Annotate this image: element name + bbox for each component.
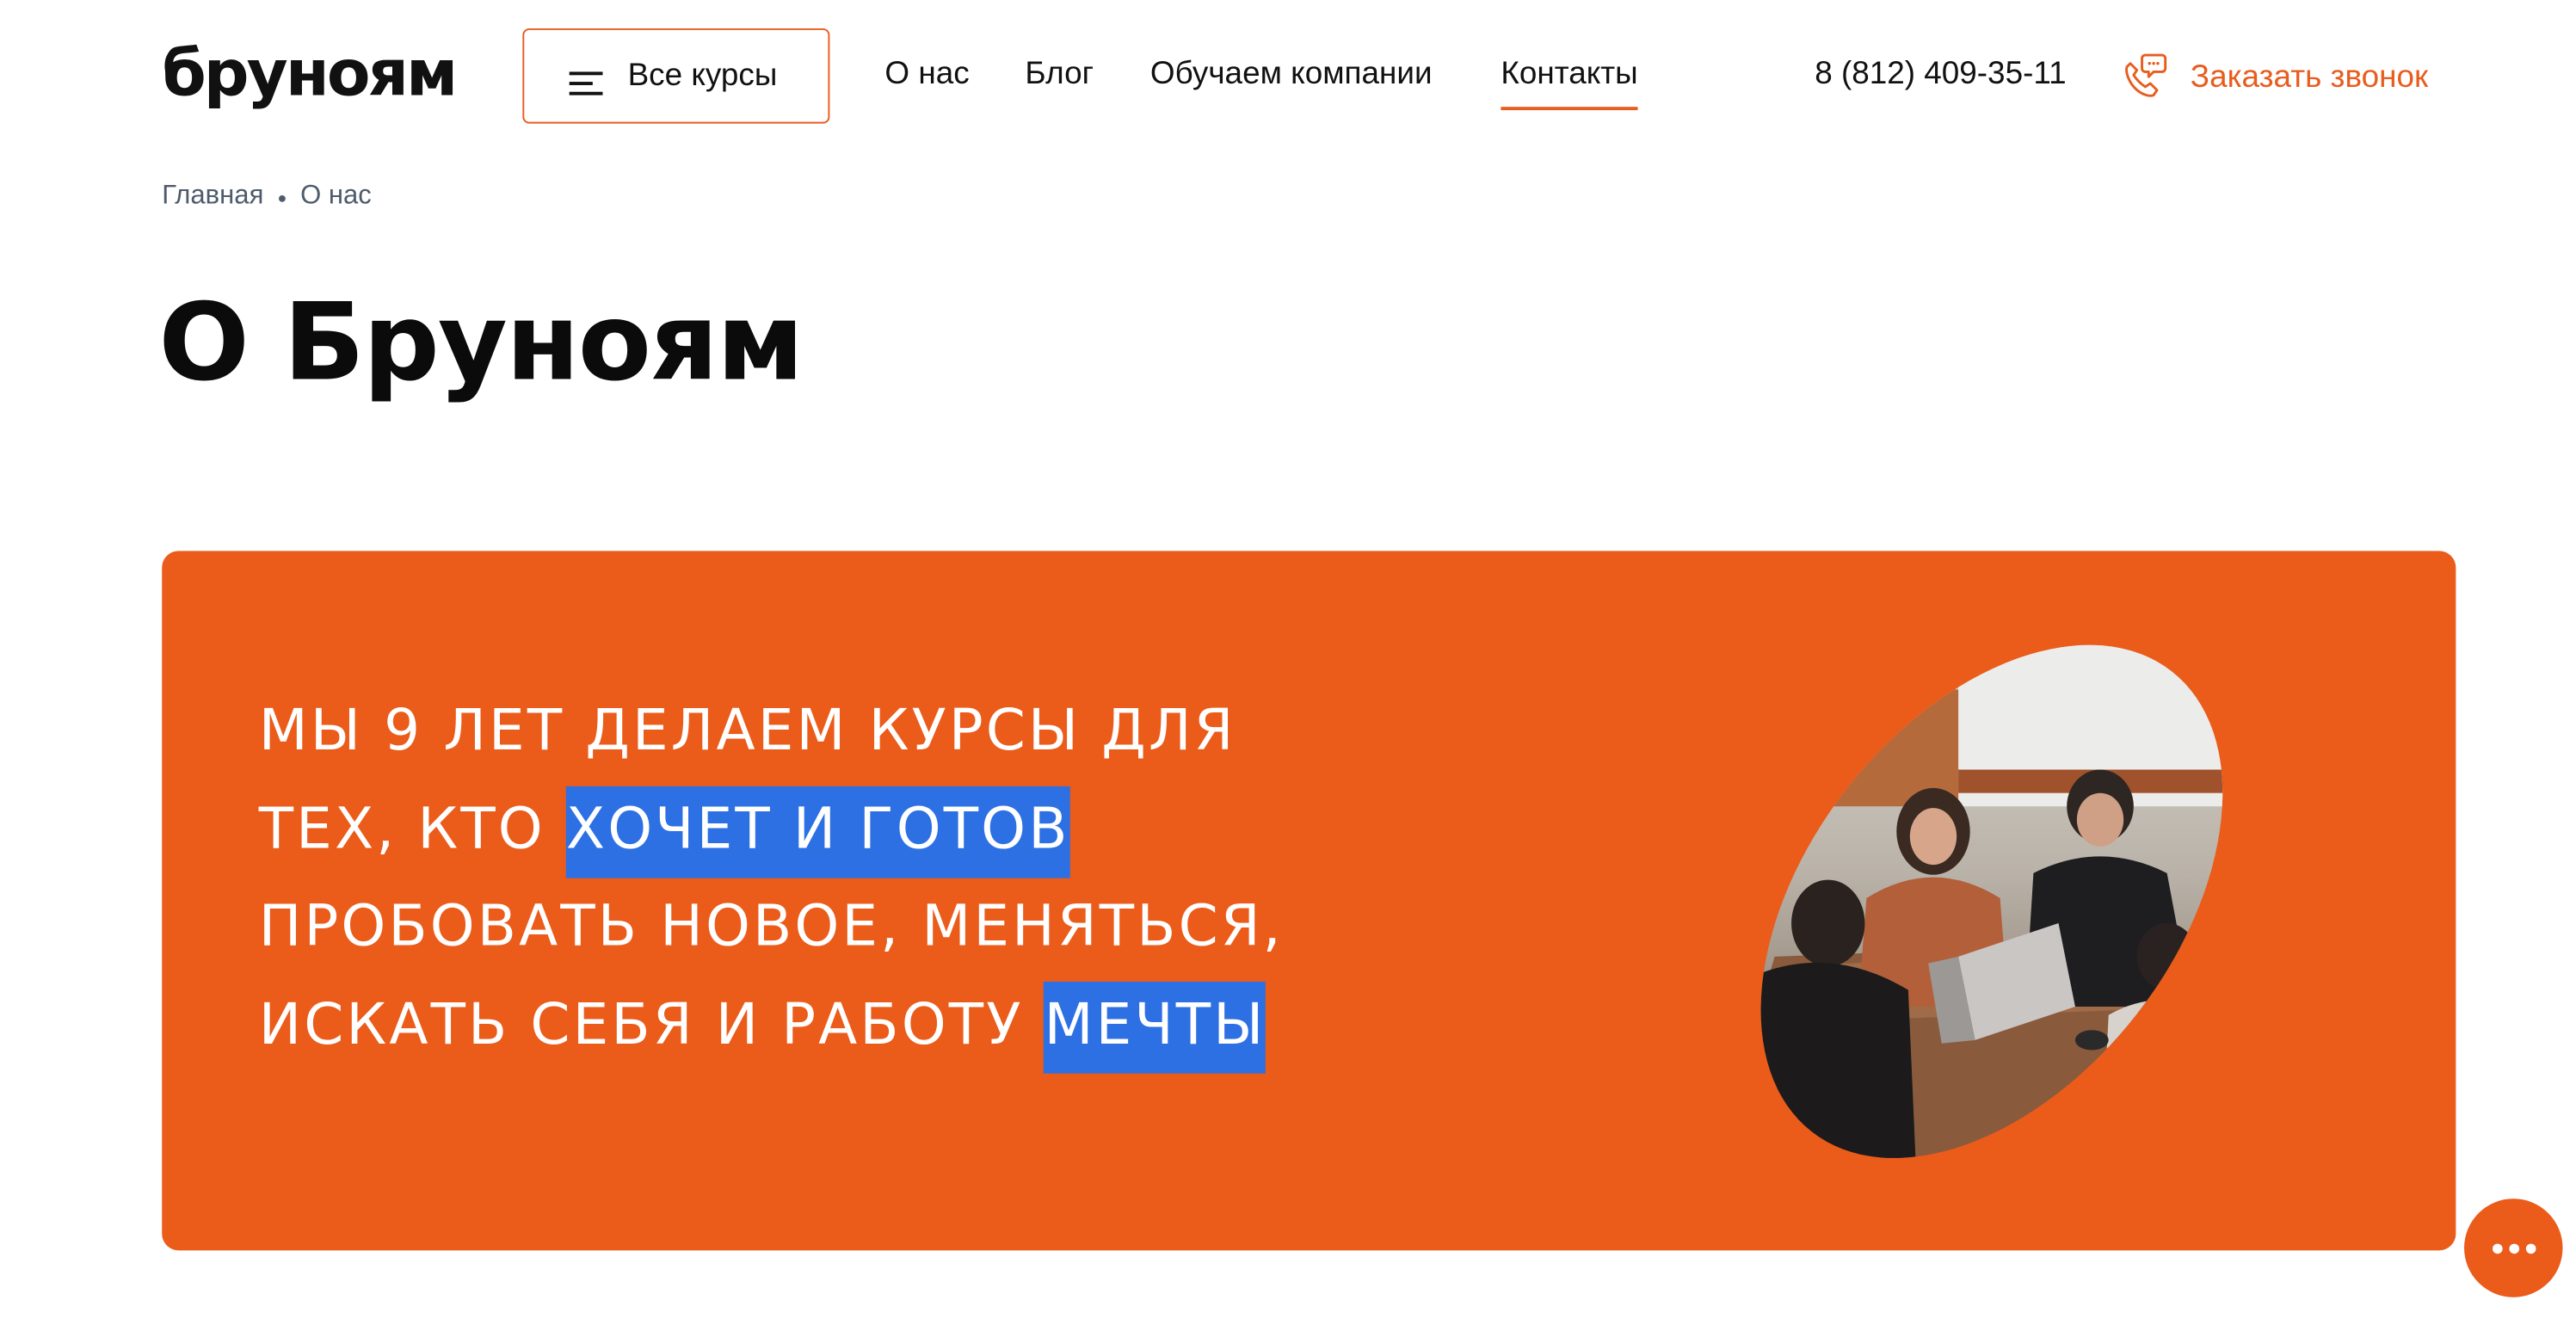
page-title: О Бруноям <box>158 281 804 406</box>
chat-button[interactable] <box>2464 1199 2563 1297</box>
hero-highlight-2: МЕЧТЫ <box>1044 980 1266 1073</box>
breadcrumb: Главная О нас <box>162 182 372 213</box>
nav-blog[interactable]: Блог <box>1025 57 1094 94</box>
callback-label: Заказать звонок <box>2190 59 2429 96</box>
breadcrumb-home[interactable]: Главная <box>162 182 263 213</box>
nav-contacts[interactable]: Контакты <box>1501 57 1638 111</box>
nav-corporate[interactable]: Обучаем компании <box>1150 57 1433 94</box>
more-dots-icon <box>2492 1242 2502 1254</box>
hero-line-4-plain: ИСКАТЬ СЕБЯ И РАБОТУ <box>258 990 1024 1058</box>
hero-line-2: ТЕХ, КТО ХОЧЕТ И ГОТОВ <box>259 780 1461 878</box>
hero-line-4: ИСКАТЬ СЕБЯ И РАБОТУ МЕЧТЫ <box>259 976 1461 1074</box>
hero-line-2-plain: ТЕХ, КТО <box>258 795 545 863</box>
more-dots-icon-dot <box>2524 1242 2536 1254</box>
burger-menu-icon <box>569 71 603 95</box>
more-dots-icon-dot <box>2508 1242 2519 1254</box>
hero-banner: МЫ 9 ЛЕТ ДЕЛАЕМ КУРСЫ ДЛЯ ТЕХ, КТО ХОЧЕТ… <box>162 551 2456 1251</box>
hero-highlight-1: ХОЧЕТ И ГОТОВ <box>565 785 1070 878</box>
nav-about[interactable]: О нас <box>884 57 969 94</box>
phone-chat-icon <box>2125 53 2167 97</box>
phone-number[interactable]: 8 (812) 409-35-11 <box>1815 57 2066 94</box>
hero-text: МЫ 9 ЛЕТ ДЕЛАЕМ КУРСЫ ДЛЯ ТЕХ, КТО ХОЧЕТ… <box>259 683 1461 1074</box>
hero-line-1: МЫ 9 ЛЕТ ДЕЛАЕМ КУРСЫ ДЛЯ <box>258 698 1236 765</box>
all-courses-label: Все курсы <box>627 58 778 94</box>
callback-button[interactable]: Заказать звонок <box>2120 50 2428 100</box>
all-courses-button[interactable]: Все курсы <box>522 28 830 124</box>
logo[interactable]: бруноям <box>162 30 458 117</box>
team-meeting-photo <box>1708 622 2276 1182</box>
hero-line-3: ПРОБОВАТЬ НОВОЕ, МЕНЯТЬСЯ, <box>258 893 1284 960</box>
breadcrumb-separator <box>278 195 286 202</box>
breadcrumb-current: О нас <box>300 182 372 211</box>
page: бруноям Все курсы О нас Блог Обучаем ком… <box>0 0 2576 1330</box>
